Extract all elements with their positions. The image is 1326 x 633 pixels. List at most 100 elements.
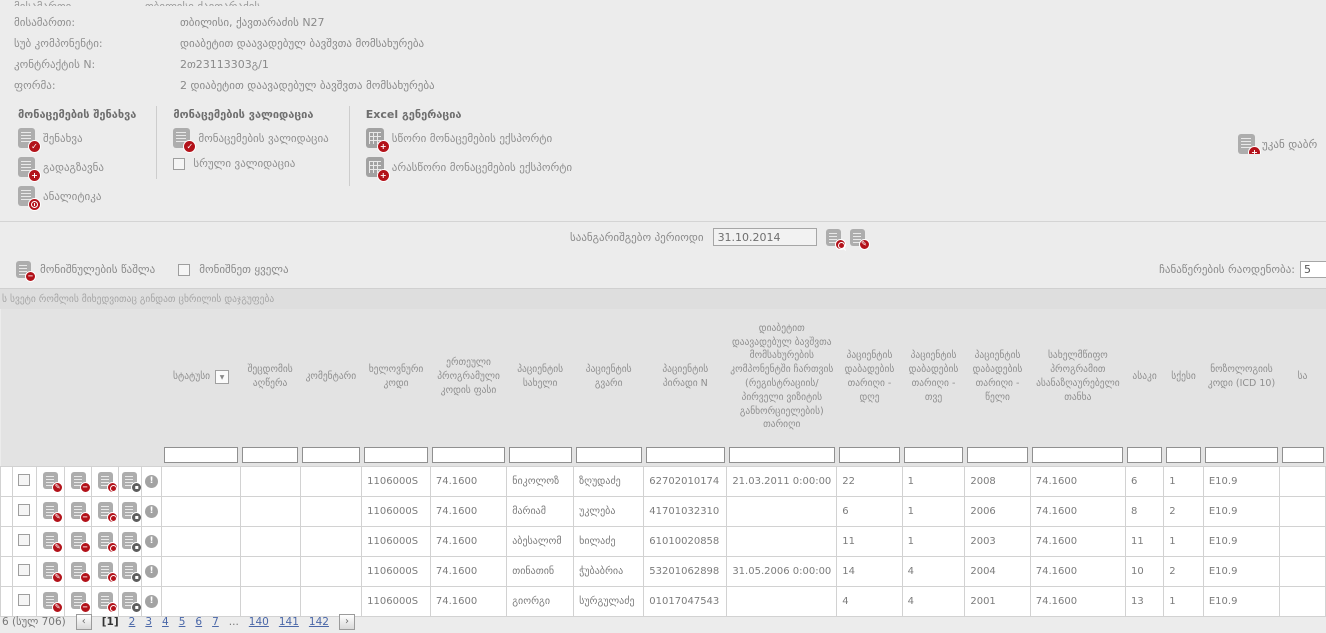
row-select-checkbox[interactable]	[18, 504, 30, 516]
column-header-status: სტატუსი▼	[162, 309, 240, 445]
filter-input-sex[interactable]	[1166, 447, 1202, 463]
page-link-140[interactable]: 140	[249, 616, 269, 628]
back-button[interactable]: უკან დაბრ	[1238, 134, 1326, 154]
view-record-icon[interactable]	[98, 562, 113, 579]
cell-sex: 2	[1164, 557, 1204, 587]
full-validation-checkbox[interactable]	[173, 158, 185, 170]
page-link-6[interactable]: 6	[195, 616, 202, 628]
view-record-icon[interactable]	[98, 502, 113, 519]
filter-input-join_date[interactable]	[729, 447, 835, 463]
info-record-icon[interactable]	[145, 475, 158, 488]
row-select-checkbox[interactable]	[18, 534, 30, 546]
filter-input-age[interactable]	[1127, 447, 1161, 463]
delete-record-icon[interactable]	[71, 472, 86, 489]
history-record-icon[interactable]	[122, 502, 137, 519]
page-link-3[interactable]: 3	[145, 616, 152, 628]
save-button[interactable]: შენახვა	[18, 128, 136, 148]
info-record-cell	[141, 527, 162, 557]
history-record-icon[interactable]	[122, 472, 137, 489]
delete-record-icon[interactable]	[71, 502, 86, 519]
cell-last_name: ჭუბაბრია	[574, 557, 644, 587]
export-invalid-button[interactable]: არასწორი მონაცემების ექსპორტი	[366, 157, 572, 177]
page-link-4[interactable]: 4	[162, 616, 169, 628]
page-link-141[interactable]: 141	[279, 616, 299, 628]
save-document-icon	[18, 128, 35, 148]
records-count-input[interactable]	[1300, 261, 1326, 278]
cell-first_name: გიორგი	[507, 587, 574, 617]
edit-record-icon[interactable]	[43, 472, 58, 489]
info-record-icon[interactable]	[145, 595, 158, 608]
next-page-button[interactable]: ›	[339, 614, 355, 630]
filter-input-unit_price[interactable]	[432, 447, 504, 463]
edit-record-icon[interactable]	[43, 502, 58, 519]
delete-record-icon[interactable]	[71, 592, 86, 609]
edit-record-icon-cell	[37, 497, 65, 527]
edit-record-icon[interactable]	[43, 532, 58, 549]
page-link-142[interactable]: 142	[309, 616, 329, 628]
filter-input-last_name[interactable]	[576, 447, 642, 463]
validate-data-button[interactable]: მონაცემების ვალიდაცია	[173, 128, 328, 148]
filter-cell-first_name	[507, 445, 574, 467]
filter-input-comment[interactable]	[302, 447, 360, 463]
delete-selected-label[interactable]: მონიშნულების წაშლა	[40, 263, 155, 276]
sort-hint-bar: ს სვეტი რომლის მიხედვითაც გინდათ ცხრილის…	[0, 288, 1326, 309]
row-select-checkbox[interactable]	[18, 594, 30, 606]
page-link-2[interactable]: 2	[129, 616, 136, 628]
cell-join_date	[727, 527, 837, 557]
filter-input-status[interactable]	[164, 447, 238, 463]
cell-icd: E10.9	[1203, 557, 1279, 587]
filter-input-code[interactable]	[364, 447, 429, 463]
view-record-icon[interactable]	[98, 532, 113, 549]
row-select-checkbox[interactable]	[18, 474, 30, 486]
row-select-checkbox[interactable]	[18, 564, 30, 576]
cell-error	[240, 557, 300, 587]
filter-input-first_name[interactable]	[509, 447, 572, 463]
edit-record-icon[interactable]	[43, 562, 58, 579]
delete-record-icon[interactable]	[71, 562, 86, 579]
filter-input-error[interactable]	[242, 447, 298, 463]
page-ellipsis: ...	[229, 616, 239, 628]
period-input[interactable]	[713, 228, 817, 246]
history-record-icon[interactable]	[122, 592, 137, 609]
cell-status	[162, 527, 240, 557]
cell-birth_day: 14	[837, 557, 902, 587]
cell-join_date	[727, 497, 837, 527]
info-record-icon[interactable]	[145, 535, 158, 548]
filter-input-extra[interactable]	[1282, 447, 1324, 463]
status-filter-dropdown-icon[interactable]: ▼	[215, 370, 229, 384]
cell-first_name: მარიამ	[507, 497, 574, 527]
cell-sex: 1	[1164, 587, 1204, 617]
cell-personal_n: 41701032310	[644, 497, 727, 527]
filter-input-personal_n[interactable]	[646, 447, 725, 463]
delete-record-icon[interactable]	[71, 532, 86, 549]
filter-input-amount[interactable]	[1032, 447, 1123, 463]
analytics-button[interactable]: ანალიტიკა	[18, 186, 136, 206]
view-record-icon-cell	[92, 527, 119, 557]
cell-birth_year: 2008	[965, 467, 1030, 497]
history-record-icon[interactable]	[122, 532, 137, 549]
info-record-icon[interactable]	[145, 565, 158, 578]
page-link-7[interactable]: 7	[212, 616, 219, 628]
page-link-5[interactable]: 5	[179, 616, 186, 628]
table-row: 1106000S74.1600ნიკოლოზზღუდაძე62702010174…	[1, 467, 1326, 497]
filter-input-birth_year[interactable]	[967, 447, 1028, 463]
view-record-icon[interactable]	[98, 472, 113, 489]
export-valid-button[interactable]: სწორი მონაცემების ექსპორტი	[366, 128, 572, 148]
cell-last_name: უკლება	[574, 497, 644, 527]
period-label: საანგარიშგებო პერიოდი	[570, 231, 704, 244]
send-button[interactable]: გადაგზავნა	[18, 157, 136, 177]
row-spacer-cell	[1, 557, 13, 587]
info-row-form: ფორმა: 2 დიაბეტით დაავადებულ ბავშვთა მომ…	[14, 75, 1326, 96]
filter-input-icd[interactable]	[1205, 447, 1277, 463]
info-record-icon[interactable]	[145, 505, 158, 518]
period-edit-icon[interactable]	[850, 229, 865, 246]
period-search-icon[interactable]	[826, 229, 841, 246]
prev-page-button[interactable]: ‹	[76, 614, 92, 630]
filter-input-birth_month[interactable]	[904, 447, 963, 463]
history-record-icon[interactable]	[122, 562, 137, 579]
filter-input-birth_day[interactable]	[839, 447, 900, 463]
edit-record-icon[interactable]	[43, 592, 58, 609]
view-record-icon[interactable]	[98, 592, 113, 609]
delete-selected-icon[interactable]	[16, 261, 31, 278]
select-all-checkbox[interactable]	[178, 264, 190, 276]
